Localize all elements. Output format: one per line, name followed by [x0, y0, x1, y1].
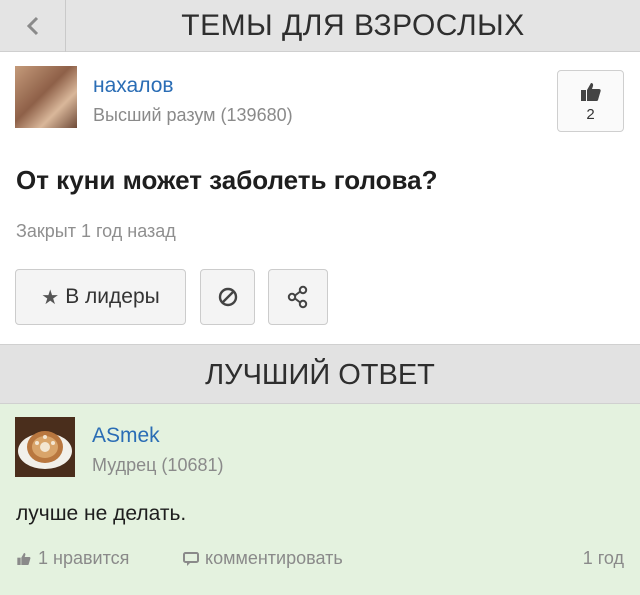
answerer-avatar[interactable]: [15, 417, 75, 477]
question-title: От куни может заболеть голова?: [16, 165, 438, 195]
best-answer-header: ЛУЧШИЙ ОТВЕТ: [0, 344, 640, 404]
answer-timestamp: 1 год: [582, 548, 624, 568]
block-icon: [218, 287, 237, 307]
answer-footer: 1 нравится комментировать 1 год: [0, 548, 640, 578]
comment-button-label: комментировать: [205, 548, 343, 568]
star-icon: ★: [41, 286, 60, 309]
answer-text: лучше не делать.: [16, 502, 187, 525]
answer-like-label: 1 нравится: [38, 548, 130, 568]
author-rank: Высший разум (139680): [93, 105, 293, 125]
leaders-button-label: В лидеры: [65, 285, 160, 308]
author-name-link[interactable]: нахалов: [93, 74, 174, 98]
answerer-rank: Мудрец (10681): [92, 455, 224, 475]
page-title: ТЕМЫ ДЛЯ ВЗРОСЛЫХ: [181, 9, 525, 42]
answer-like-button[interactable]: 1 нравится: [16, 548, 129, 569]
chevron-left-icon: [26, 16, 38, 36]
question-like-button[interactable]: 2: [557, 70, 624, 132]
block-button[interactable]: [200, 269, 255, 325]
share-icon: [287, 285, 308, 309]
question-status: Закрыт 1 год назад: [16, 221, 176, 241]
thumbs-up-icon: [17, 552, 31, 565]
best-answer-card: ASmek Мудрец (10681) лучше не делать. 1 …: [0, 404, 640, 595]
comment-icon: [183, 551, 199, 566]
add-to-leaders-button[interactable]: ★ В лидеры: [15, 269, 186, 325]
coffee-cup-avatar-image: [15, 417, 75, 477]
thumbs-up-icon: [580, 82, 601, 101]
author-avatar[interactable]: [15, 66, 77, 128]
answerer-name-link[interactable]: ASmek: [92, 424, 160, 448]
top-navigation-bar: ТЕМЫ ДЛЯ ВЗРОСЛЫХ: [0, 0, 640, 52]
like-count: 2: [586, 105, 595, 123]
question-card: нахалов Высший разум (139680) 2 От куни …: [0, 53, 640, 344]
back-button[interactable]: [0, 0, 66, 52]
comment-button[interactable]: комментировать: [183, 548, 343, 569]
share-button[interactable]: [268, 269, 328, 325]
